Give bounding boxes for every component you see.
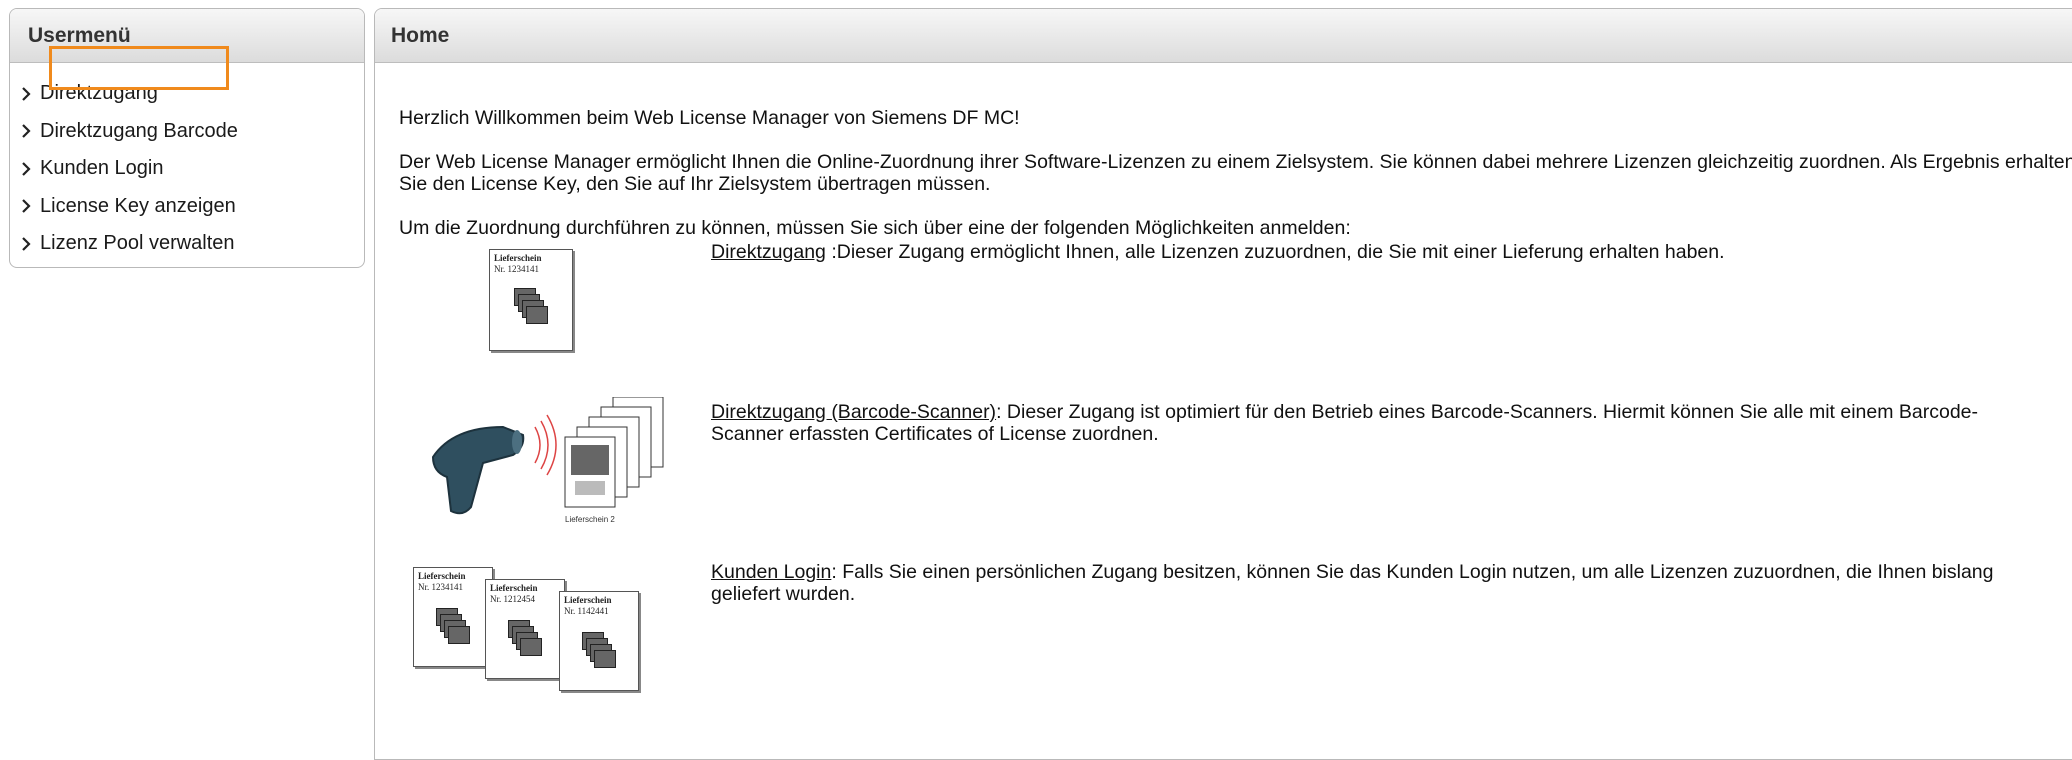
menu-item-label: Direktzugang Barcode (40, 119, 238, 142)
delivery-note-number: Nr. 1142441 (564, 606, 609, 616)
delivery-note-image: Lieferschein Nr. 1234141 (489, 249, 579, 359)
barcode-scanner-image: Lieferschein 2 (413, 396, 693, 537)
delivery-note-doc: Lieferschein Nr. 1234141 (413, 567, 493, 667)
user-menu-list: Direktzugang Direktzugang Barcode Kunden… (10, 63, 364, 263)
menu-item-label: License Key anzeigen (40, 194, 236, 217)
menu-item-kunden-login[interactable]: Kunden Login (10, 150, 364, 188)
menu-item-license-key-anzeigen[interactable]: License Key anzeigen (10, 188, 364, 226)
page-title: Home (375, 9, 2072, 63)
delivery-note-doc: Lieferschein Nr. 1234141 (489, 249, 573, 351)
menu-item-direktzugang-barcode[interactable]: Direktzugang Barcode (10, 113, 364, 151)
welcome-text: Herzlich Willkommen beim Web License Man… (399, 107, 1020, 129)
description-text: Der Web License Manager ermöglicht Ihnen… (399, 151, 2072, 195)
direktzugang-link[interactable]: Direktzugang (711, 241, 826, 263)
delivery-note-title: Lieferschein (564, 595, 612, 605)
home-content: Herzlich Willkommen beim Web License Man… (375, 63, 2072, 691)
option-text: Direktzugang :Dieser Zugang ermöglicht I… (711, 241, 2041, 263)
instruction-text: Um die Zuordnung durchführen zu können, … (399, 217, 1351, 239)
menu-item-label: Direktzugang (40, 82, 158, 105)
chevron-right-icon (12, 123, 40, 139)
option-direktzugang: Lieferschein Nr. 1234141 Direktzugang :D… (399, 239, 2072, 389)
option-description: : Falls Sie einen persönlichen Zugang be… (711, 561, 1994, 605)
option-kunden-login: Lieferschein Nr. 1234141 Lieferschein Nr… (399, 539, 2072, 691)
menu-item-label: Lizenz Pool verwalten (40, 232, 235, 255)
menu-item-lizenz-pool-verwalten[interactable]: Lizenz Pool verwalten (10, 225, 364, 263)
customer-delivery-notes-image: Lieferschein Nr. 1234141 Lieferschein Nr… (413, 567, 673, 697)
chevron-right-icon (12, 236, 40, 252)
delivery-note-number: Nr. 1212454 (490, 594, 535, 604)
chevron-right-icon (12, 161, 40, 177)
barcode-scanner-illustration (431, 396, 664, 515)
chevron-right-icon (12, 86, 40, 102)
kunden-login-link[interactable]: Kunden Login (711, 561, 831, 583)
option-text: Kunden Login: Falls Sie einen persönlich… (711, 561, 2041, 605)
option-barcode-scanner: Lieferschein 2 Direktzugang (Barcode-Sca… (399, 389, 2072, 539)
delivery-note-number: Nr. 1234141 (494, 264, 539, 274)
user-menu-panel: Usermenü Direktzugang Direktzugang Barco… (9, 8, 365, 268)
direktzugang-barcode-link[interactable]: Direktzugang (Barcode-Scanner) (711, 401, 996, 423)
delivery-note-title: Lieferschein (494, 253, 542, 263)
menu-item-direktzugang[interactable]: Direktzugang (10, 75, 364, 113)
home-panel: Home Herzlich Willkommen beim Web Licens… (374, 8, 2072, 760)
chevron-right-icon (12, 198, 40, 214)
delivery-note-number: Nr. 1234141 (418, 582, 463, 592)
option-description: :Dieser Zugang ermöglicht Ihnen, alle Li… (825, 241, 1725, 263)
option-text: Direktzugang (Barcode-Scanner): Dieser Z… (711, 401, 2041, 445)
scanner-image-caption: Lieferschein 2 (565, 515, 615, 524)
user-menu-title: Usermenü (10, 9, 364, 63)
delivery-note-doc: Lieferschein Nr. 1212454 (485, 579, 565, 679)
delivery-note-doc: Lieferschein Nr. 1142441 (559, 591, 639, 691)
delivery-note-title: Lieferschein (418, 571, 466, 581)
delivery-note-title: Lieferschein (490, 583, 538, 593)
menu-item-label: Kunden Login (40, 157, 164, 180)
